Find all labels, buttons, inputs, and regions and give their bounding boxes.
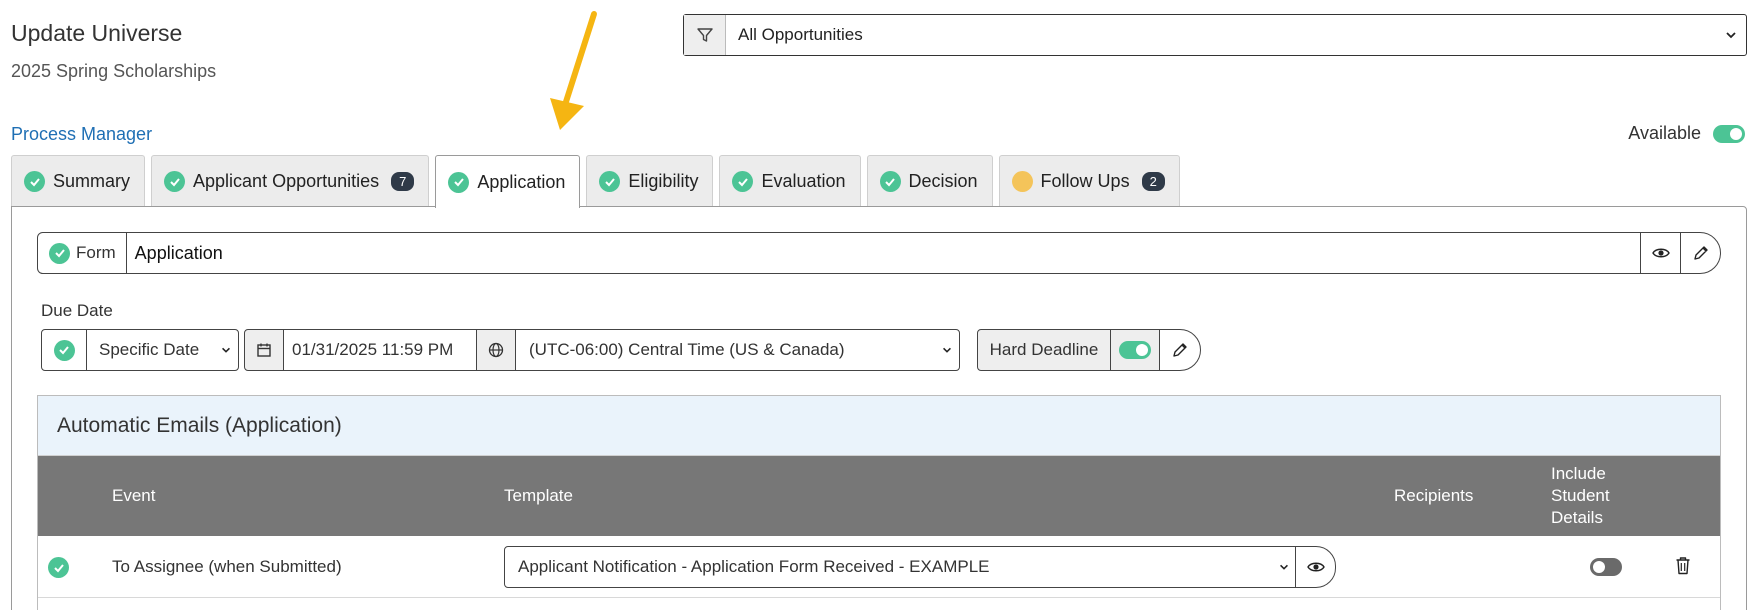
form-label-group: Form [38, 233, 127, 273]
tab-label: Summary [53, 171, 131, 191]
hard-deadline-toggle-cell [1110, 329, 1160, 371]
available-control: Available [1628, 123, 1745, 144]
column-event: Event [112, 486, 156, 505]
email-template-value: Applicant Notification - Application For… [518, 557, 990, 576]
edit-due-date-button[interactable] [1159, 329, 1201, 371]
form-name-field[interactable]: Application [127, 233, 1640, 273]
form-selector: Form Application [37, 232, 1721, 274]
due-date-controls: Specific Date 01/31/2025 11:59 PM (UTC-0… [41, 329, 960, 371]
filter-selected-value: All Opportunities [738, 25, 863, 44]
pending-status-icon [1011, 171, 1033, 192]
tab-application[interactable]: Application [435, 155, 581, 208]
annotation-arrow-icon [550, 11, 597, 130]
tab-applicant-opportunities[interactable]: Applicant Opportunities 7 [151, 155, 430, 207]
preview-form-button[interactable] [1640, 233, 1680, 273]
email-event: To Assignee (when Submitted) [112, 557, 342, 576]
tab-eligibility[interactable]: Eligibility [586, 155, 714, 207]
automatic-emails-title: Automatic Emails (Application) [38, 396, 1720, 456]
filter-icon [684, 15, 726, 55]
tab-label: Eligibility [628, 171, 699, 191]
check-circle-icon [53, 339, 75, 361]
form-label: Form [76, 243, 116, 262]
tab-decision[interactable]: Decision [866, 155, 993, 207]
tab-follow-ups[interactable]: Follow Ups 2 [998, 155, 1180, 207]
available-toggle[interactable] [1713, 124, 1745, 143]
chevron-down-icon [222, 347, 230, 353]
edit-form-button[interactable] [1680, 233, 1720, 273]
due-date-label: Due Date [41, 301, 113, 320]
pencil-icon [1693, 246, 1708, 260]
eye-icon [1651, 248, 1670, 258]
chevron-down-icon [1716, 15, 1746, 55]
pencil-icon [1173, 343, 1187, 357]
count-badge: 2 [1141, 172, 1165, 191]
preview-template-button[interactable] [1295, 547, 1335, 587]
chevron-down-icon [1273, 547, 1295, 587]
tab-evaluation[interactable]: Evaluation [719, 155, 861, 207]
check-circle-icon [24, 171, 45, 192]
check-circle-icon [48, 557, 69, 578]
page-subtitle: 2025 Spring Scholarships [11, 61, 217, 81]
due-date-status [41, 329, 87, 371]
email-template-select[interactable]: Applicant Notification - Application For… [504, 546, 1336, 588]
timezone-select[interactable]: (UTC-06:00) Central Time (US & Canada) [515, 329, 960, 371]
opportunity-filter-select[interactable]: All Opportunities [683, 14, 1747, 56]
table-row: To Assignee (when Submitted) Applicant N… [38, 536, 1720, 598]
process-manager-link[interactable]: Process Manager [11, 124, 152, 145]
tab-label: Follow Ups [1040, 171, 1130, 191]
tab-label: Application [477, 171, 566, 192]
include-student-details-toggle[interactable] [1590, 558, 1622, 576]
tab-summary[interactable]: Summary [11, 155, 146, 207]
calendar-icon[interactable] [244, 329, 284, 371]
chevron-down-icon [943, 347, 951, 353]
hard-deadline-toggle[interactable] [1119, 341, 1151, 359]
column-recipients: Recipients [1394, 486, 1474, 505]
due-datetime-input[interactable]: 01/31/2025 11:59 PM [283, 329, 477, 371]
tab-label: Applicant Opportunities [193, 171, 380, 191]
hard-deadline-label: Hard Deadline [977, 329, 1111, 371]
page-title: Update Universe [11, 20, 183, 46]
globe-icon [476, 329, 516, 371]
check-circle-icon [49, 242, 70, 264]
eye-icon [1306, 562, 1325, 572]
count-badge: 7 [391, 172, 415, 191]
check-circle-icon [879, 171, 901, 192]
timezone-value: (UTC-06:00) Central Time (US & Canada) [529, 340, 845, 359]
check-circle-icon [732, 171, 754, 192]
check-circle-icon [448, 171, 470, 193]
due-date-type-value: Specific Date [99, 340, 200, 359]
trash-icon [1676, 557, 1690, 575]
tab-label: Decision [908, 171, 978, 191]
column-include-student-details: Include Student Details [1551, 464, 1610, 527]
emails-table-header: Event Template Recipients Include Studen… [38, 456, 1720, 536]
tab-label: Evaluation [761, 171, 846, 191]
hard-deadline-controls: Hard Deadline [977, 329, 1201, 371]
due-date-type-select[interactable]: Specific Date [86, 329, 239, 371]
process-tabs: Summary Applicant Opportunities 7 Applic… [11, 155, 1180, 208]
check-circle-icon [164, 171, 186, 192]
automatic-emails-section: Automatic Emails (Application) Event Tem… [37, 395, 1721, 610]
available-label: Available [1628, 123, 1701, 143]
delete-email-button[interactable] [1675, 556, 1691, 580]
check-circle-icon [599, 171, 621, 192]
column-template: Template [504, 486, 573, 505]
